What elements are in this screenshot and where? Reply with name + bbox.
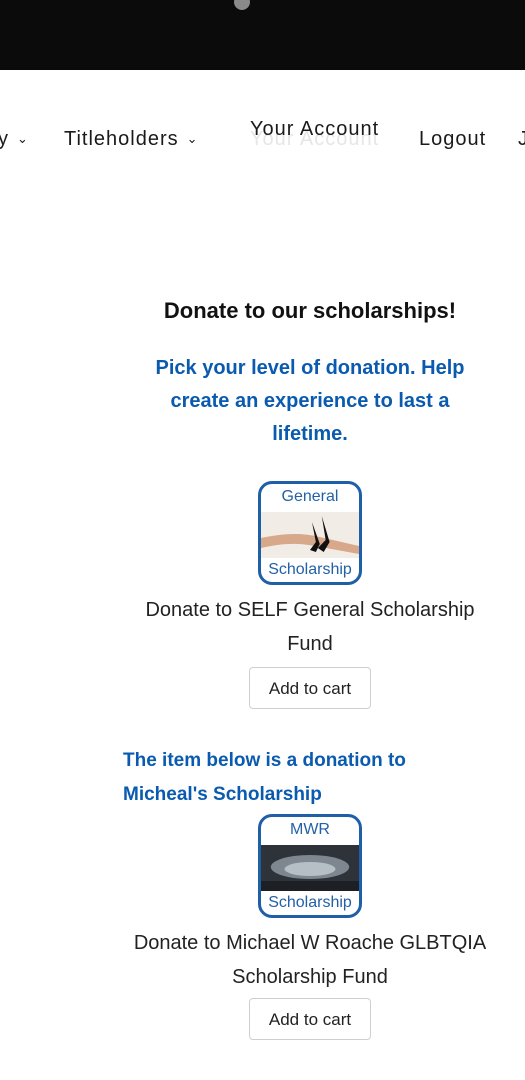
nav-item-label: Logout: [419, 128, 487, 150]
add-to-cart-button[interactable]: Add to cart: [249, 667, 371, 709]
nav-item-your-account[interactable]: Your Account Your Account: [250, 118, 380, 150]
chevron-down-icon: ⌄: [186, 131, 199, 146]
nav-item-label: J: [518, 128, 525, 150]
mwr-scholarship-image[interactable]: MWR Scholarship: [258, 814, 362, 918]
image-label-bottom: Scholarship: [268, 894, 352, 911]
nav-item-logout[interactable]: Logout: [419, 128, 486, 151]
main-navigation: y ⌄ Titleholders ⌄ Your Account Your Accou…: [0, 100, 525, 160]
chevron-down-icon: ⌄: [17, 131, 29, 146]
nav-item-truncated-right[interactable]: J: [518, 128, 525, 151]
product-title[interactable]: Donate to SELF General Scholarship Fund: [140, 593, 480, 661]
donation-note: The item below is a donation to Micheal'…: [123, 750, 406, 805]
add-to-cart-button[interactable]: Add to cart: [249, 998, 371, 1040]
car-photo-icon: [261, 845, 359, 891]
general-scholarship-image[interactable]: General Scholarship: [258, 481, 362, 585]
page-heading: Donate to our scholarships!: [163, 298, 457, 323]
image-label-bottom: Scholarship: [268, 561, 352, 578]
logo-fragment: [234, 0, 250, 10]
top-banner: [0, 0, 525, 70]
product-title[interactable]: Donate to Michael W Roache GLBTQIA Schol…: [130, 926, 490, 994]
image-label-top: General: [281, 488, 339, 505]
legs-photo-icon: [261, 512, 359, 558]
image-label-top: MWR: [290, 821, 330, 838]
nav-item-titleholders[interactable]: Titleholders ⌄: [64, 128, 199, 151]
nav-item-truncated[interactable]: y ⌄: [0, 128, 29, 151]
nav-item-label: y: [0, 128, 9, 150]
nav-item-label: Titleholders: [64, 128, 179, 150]
nav-item-label: Your Account: [250, 118, 380, 140]
page-subheading: Pick your level of donation. Help create…: [155, 357, 465, 445]
